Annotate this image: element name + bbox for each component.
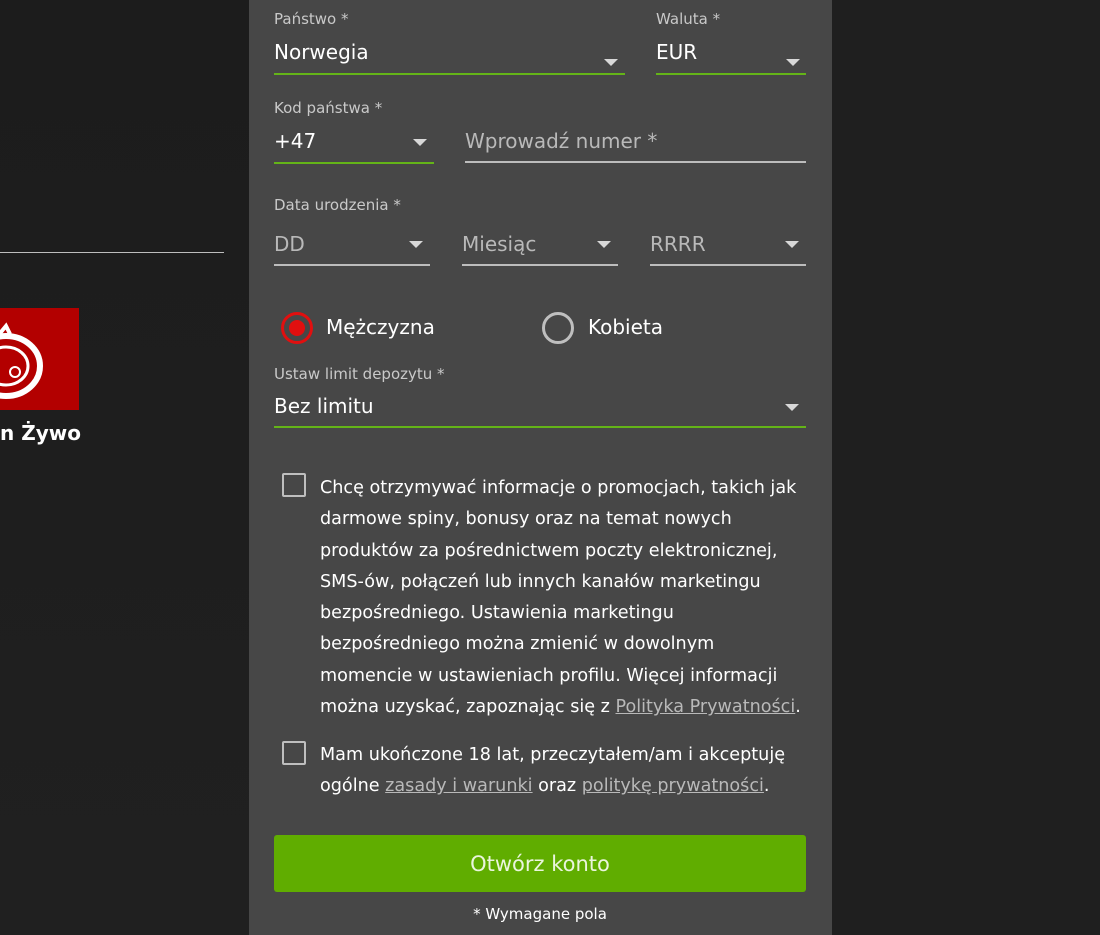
birth-month-select[interactable]: Miesiąc (462, 226, 618, 268)
chevron-down-icon (604, 59, 618, 66)
currency-value: EUR (656, 40, 698, 64)
birth-month-placeholder: Miesiąc (462, 232, 537, 256)
roulette-icon (0, 322, 43, 399)
privacy-link[interactable]: politykę prywatności (582, 776, 764, 796)
radio-selected-dot (289, 320, 305, 336)
chevron-down-icon (409, 241, 423, 248)
gender-female-label[interactable]: Kobieta (588, 315, 663, 339)
phone-placeholder: Wprowadź numer * (465, 129, 658, 153)
birth-day-select[interactable]: DD (274, 226, 430, 268)
birth-day-placeholder: DD (274, 232, 305, 256)
birth-year-underline (650, 264, 806, 266)
gender-female-radio[interactable] (542, 312, 574, 344)
open-account-button[interactable]: Otwórz konto (274, 835, 806, 892)
terms-consent-end: . (763, 776, 770, 797)
live-casino-label[interactable]: n Żywo (0, 421, 81, 445)
background-left (0, 0, 250, 935)
deposit-limit-select[interactable]: Ustaw limit depozytu * Bez limitu (274, 365, 806, 431)
chevron-down-icon (785, 404, 799, 411)
deposit-limit-value: Bez limitu (274, 394, 374, 418)
chevron-down-icon (597, 241, 611, 248)
required-fields-note: * Wymagane pola (473, 905, 607, 923)
chevron-down-icon (413, 139, 427, 146)
live-casino-tile[interactable] (0, 308, 79, 410)
marketing-consent-body: Chcę otrzymywać informacje o promocjach,… (320, 478, 797, 718)
currency-label: Waluta * (656, 10, 721, 28)
terms-consent-checkbox[interactable] (282, 741, 306, 765)
birth-date-label: Data urodzenia * (274, 196, 401, 214)
phone-underline (465, 161, 806, 163)
country-select[interactable]: Państwo * Norwegia (274, 10, 625, 77)
country-value: Norwegia (274, 40, 369, 64)
marketing-consent-text: Chcę otrzymywać informacje o promocjach,… (320, 473, 810, 723)
deposit-limit-underline (274, 426, 806, 428)
currency-select[interactable]: Waluta * EUR (656, 10, 806, 77)
phone-input[interactable]: Wprowadź numer * (465, 99, 806, 166)
country-code-underline (274, 162, 434, 164)
deposit-limit-label: Ustaw limit depozytu * (274, 365, 445, 383)
marketing-consent-checkbox[interactable] (282, 473, 306, 497)
marketing-consent-end: . (795, 697, 801, 718)
terms-consent-middle: oraz (532, 776, 582, 797)
chevron-down-icon (786, 59, 800, 66)
country-code-value: +47 (274, 129, 317, 153)
country-underline (274, 73, 625, 75)
terms-link[interactable]: zasady i warunki (385, 776, 532, 796)
gender-male-radio[interactable] (281, 312, 313, 344)
birth-year-select[interactable]: RRRR (650, 226, 806, 268)
privacy-policy-link[interactable]: Polityka Prywatności (616, 697, 796, 717)
chevron-down-icon (785, 241, 799, 248)
terms-consent-text: Mam ukończone 18 lat, przeczytałem/am i … (320, 740, 790, 803)
birth-day-underline (274, 264, 430, 266)
country-label: Państwo * (274, 10, 349, 28)
gender-male-label[interactable]: Mężczyzna (326, 315, 435, 339)
country-code-select[interactable]: Kod państwa * +47 (274, 99, 434, 166)
country-code-label: Kod państwa * (274, 99, 383, 117)
birth-year-placeholder: RRRR (650, 232, 706, 256)
currency-underline (656, 73, 806, 75)
birth-month-underline (462, 264, 618, 266)
background-divider (0, 252, 224, 253)
